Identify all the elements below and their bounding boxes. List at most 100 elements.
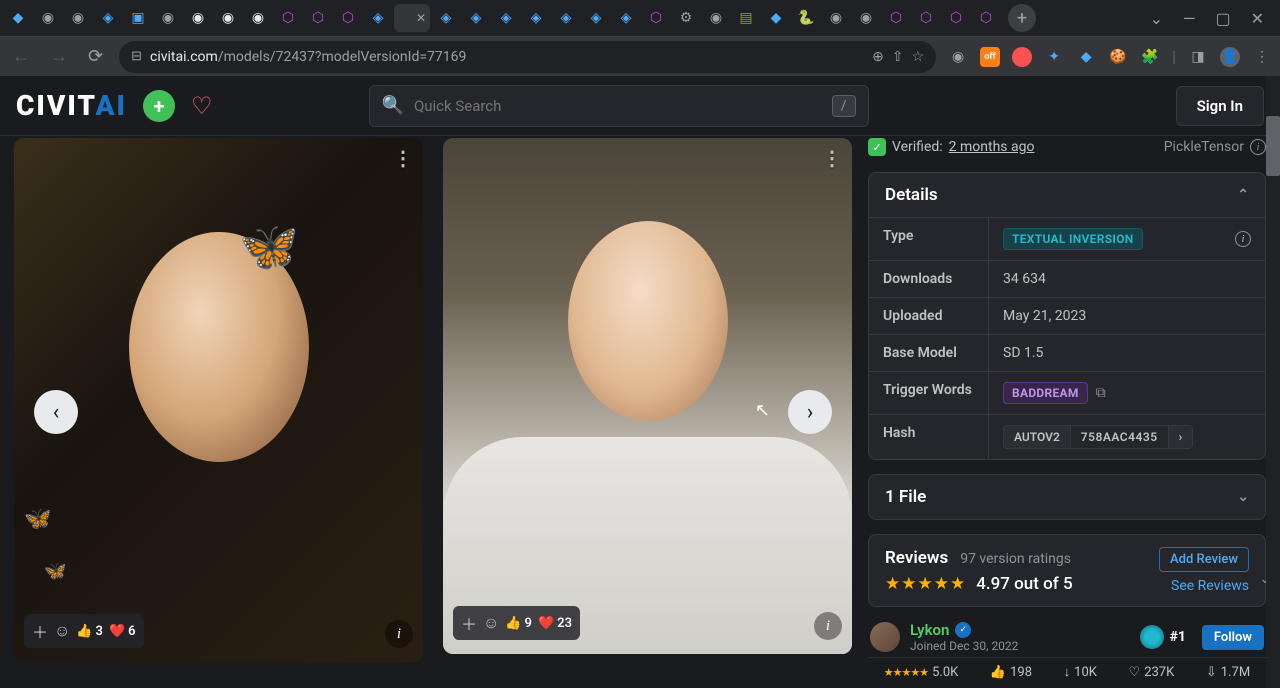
scrollbar[interactable]: [1266, 76, 1280, 688]
site-info-icon[interactable]: ⊟: [131, 49, 142, 64]
tab[interactable]: ◈: [492, 4, 520, 32]
chevron-down-icon[interactable]: ⌄: [1259, 571, 1266, 587]
tab[interactable]: ◈: [582, 4, 610, 32]
tab[interactable]: ◆: [4, 4, 32, 32]
copy-icon[interactable]: ⧉: [1096, 385, 1106, 401]
tab[interactable]: ▤: [732, 4, 760, 32]
tab[interactable]: ◉: [34, 4, 62, 32]
scrollbar-thumb[interactable]: [1266, 116, 1280, 176]
thumbs-reaction[interactable]: 👍 9: [505, 616, 532, 631]
create-button[interactable]: +: [143, 90, 175, 122]
reviews-title: Reviews: [885, 548, 948, 568]
reload-button[interactable]: ⟳: [84, 42, 107, 71]
tab-active[interactable]: ✕: [394, 4, 430, 32]
info-icon[interactable]: i: [1250, 139, 1266, 155]
emoji-icon[interactable]: ☺: [483, 613, 499, 633]
author-name[interactable]: Lykon: [910, 621, 949, 639]
follow-button[interactable]: Follow: [1202, 625, 1264, 650]
gallery-prev-button[interactable]: ‹: [34, 390, 78, 434]
tab[interactable]: ◉: [154, 4, 182, 32]
ext-icon[interactable]: ✦: [1044, 47, 1064, 67]
tab[interactable]: ⬡: [882, 4, 910, 32]
emoji-icon[interactable]: ☺: [54, 621, 70, 641]
tab[interactable]: ⚙: [672, 4, 700, 32]
search-input[interactable]: [414, 97, 822, 115]
trigger-badge[interactable]: BADDREAM: [1003, 382, 1088, 404]
tab[interactable]: ⬡: [304, 4, 332, 32]
tab[interactable]: ◉: [852, 4, 880, 32]
thumbs-reaction[interactable]: 👍 3: [76, 624, 103, 639]
tab[interactable]: ⬡: [334, 4, 362, 32]
tab[interactable]: ◉: [64, 4, 92, 32]
close-window-icon[interactable]: ✕: [1251, 9, 1264, 28]
ext-icon[interactable]: ◉: [948, 47, 968, 67]
tab[interactable]: ⬡: [912, 4, 940, 32]
tab[interactable]: ◆: [762, 4, 790, 32]
bookmark-icon[interactable]: ☆: [912, 49, 925, 65]
minimize-icon[interactable]: —: [1183, 9, 1196, 28]
back-button[interactable]: ←: [8, 42, 34, 71]
info-icon[interactable]: i: [1235, 231, 1251, 247]
gallery-next-button[interactable]: ›: [788, 390, 832, 434]
reactions-bar: ＋ ☺ 👍 3 ❤️ 6: [24, 614, 144, 648]
tab[interactable]: ◈: [522, 4, 550, 32]
tab[interactable]: ◈: [552, 4, 580, 32]
add-reaction-icon[interactable]: ＋: [32, 619, 48, 643]
ext-icon[interactable]: ◆: [1076, 47, 1096, 67]
tab[interactable]: ⬡: [274, 4, 302, 32]
files-header[interactable]: 1 File ⌄: [869, 475, 1265, 519]
tab[interactable]: ◈: [94, 4, 122, 32]
tab[interactable]: ◈: [364, 4, 392, 32]
hash-value[interactable]: 758AAC4435: [1071, 426, 1168, 448]
profile-icon[interactable]: 👤: [1220, 47, 1240, 67]
url-input[interactable]: ⊟ civitai.com/models/72437?modelVersionI…: [119, 41, 936, 73]
image-menu-icon[interactable]: ⋮: [822, 146, 842, 170]
share-icon[interactable]: ⇧: [892, 49, 904, 65]
extensions-menu-icon[interactable]: 🧩: [1140, 47, 1160, 67]
heart-reaction[interactable]: ❤️ 6: [109, 624, 136, 639]
see-reviews-link[interactable]: See Reviews: [1171, 578, 1249, 594]
image-info-icon[interactable]: i: [814, 612, 842, 640]
verified-time[interactable]: 2 months ago: [949, 139, 1035, 155]
tabs-dropdown-icon[interactable]: ⌄: [1150, 9, 1163, 28]
tab[interactable]: ◈: [462, 4, 490, 32]
install-app-icon[interactable]: ⊕: [872, 49, 884, 65]
menu-icon[interactable]: ⋮: [1252, 47, 1272, 67]
ext-icon[interactable]: 🍪: [1108, 47, 1128, 67]
forward-button[interactable]: →: [46, 42, 72, 71]
tab[interactable]: 🐍: [792, 4, 820, 32]
ext-icon[interactable]: [1012, 47, 1032, 67]
tab[interactable]: ◉: [214, 4, 242, 32]
tab[interactable]: ◉: [822, 4, 850, 32]
tab[interactable]: ▣: [124, 4, 152, 32]
logo[interactable]: CIVITAI: [16, 89, 127, 122]
tab[interactable]: ◈: [432, 4, 460, 32]
avatar[interactable]: [870, 622, 900, 652]
image-placeholder: [568, 221, 728, 421]
search-box[interactable]: 🔍 /: [369, 85, 869, 127]
favorites-icon[interactable]: ♡: [191, 92, 213, 120]
tab[interactable]: ◈: [612, 4, 640, 32]
maximize-icon[interactable]: ▢: [1215, 9, 1230, 28]
details-header[interactable]: Details ⌃: [869, 173, 1265, 217]
hash-expand-icon[interactable]: ›: [1168, 426, 1193, 448]
gallery-image-card[interactable]: 🦋 🦋 🦋 ⋮ ＋ ☺ 👍 3 ❤️ 6 i: [14, 138, 423, 662]
ext-icon[interactable]: off: [980, 47, 1000, 67]
tab[interactable]: ◉: [702, 4, 730, 32]
add-reaction-icon[interactable]: ＋: [461, 611, 477, 635]
tab[interactable]: ⬡: [972, 4, 1000, 32]
tab[interactable]: ⬡: [942, 4, 970, 32]
tab[interactable]: ◉: [244, 4, 272, 32]
detail-row-hash: Hash AUTOV2 758AAC4435 ›: [869, 414, 1265, 459]
gallery-image-card[interactable]: ⋮ ↖ ＋ ☺ 👍 9 ❤️ 23 i: [443, 138, 852, 654]
heart-reaction[interactable]: ❤️ 23: [538, 616, 572, 631]
sidepanel-icon[interactable]: ◨: [1188, 47, 1208, 67]
new-tab-button[interactable]: +: [1008, 4, 1036, 32]
tab[interactable]: ⬡: [642, 4, 670, 32]
close-tab-icon[interactable]: ✕: [416, 11, 426, 25]
image-info-icon[interactable]: i: [385, 620, 413, 648]
image-menu-icon[interactable]: ⋮: [393, 146, 413, 170]
signin-button[interactable]: Sign In: [1176, 86, 1264, 126]
tab[interactable]: ◉: [184, 4, 212, 32]
add-review-button[interactable]: Add Review: [1159, 547, 1249, 572]
